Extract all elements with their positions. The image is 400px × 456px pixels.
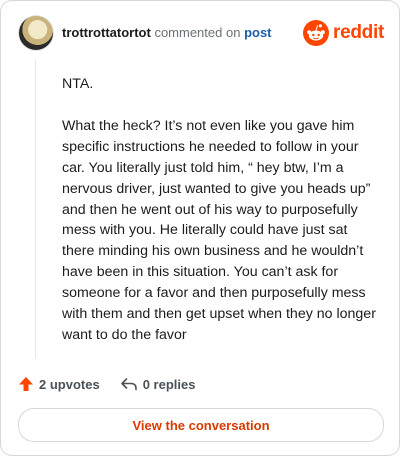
- reply-count: 0 replies: [142, 376, 196, 392]
- reddit-alien-icon: [303, 20, 330, 46]
- comment-meta: trottrottatortot commented on post: [62, 25, 272, 41]
- upvote-count: 2 upvotes: [39, 376, 100, 392]
- upvote-arrow-icon: [19, 377, 33, 391]
- user-avatar[interactable]: [18, 15, 54, 51]
- username-link[interactable]: trottrottatortot: [62, 25, 151, 40]
- commented-on-text: commented on: [154, 25, 241, 40]
- upvote-button[interactable]: 2 upvotes: [18, 376, 100, 392]
- reply-button[interactable]: 0 replies: [120, 376, 196, 392]
- reply-arrow-icon: [120, 378, 137, 391]
- reddit-brand[interactable]: reddit: [303, 19, 384, 47]
- comment-paragraph: What the heck? It’s not even like you ga…: [62, 117, 376, 343]
- comment-actions: 2 upvotes 0 replies: [18, 374, 195, 394]
- view-conversation-button[interactable]: View the conversation: [18, 408, 384, 442]
- comment-body: NTA. What the heck? It’s not even like y…: [62, 74, 382, 367]
- post-link[interactable]: post: [244, 25, 271, 40]
- embedded-comment-card: trottrottatortot commented on post reddi…: [0, 0, 400, 456]
- comment-paragraph: NTA.: [62, 76, 94, 92]
- reddit-wordmark: reddit: [333, 22, 384, 43]
- comment-header: trottrottatortot commented on post reddi…: [18, 15, 384, 51]
- thread-line: [35, 59, 36, 359]
